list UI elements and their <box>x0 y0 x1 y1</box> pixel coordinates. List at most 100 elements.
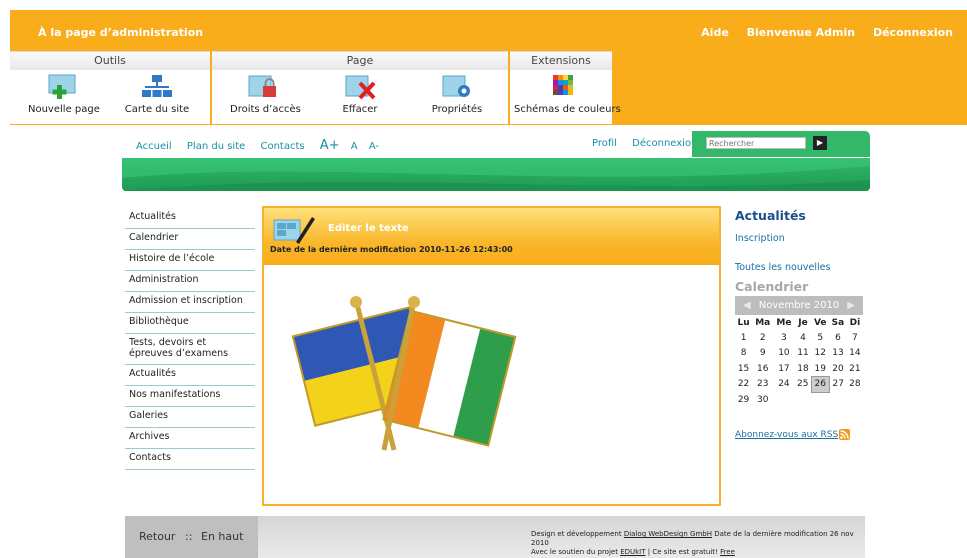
nav-contacts-link[interactable]: Contacts <box>260 141 304 152</box>
sidebar-item-news[interactable]: Actualités <box>125 208 255 229</box>
admin-logout-link[interactable]: Déconnexion <box>873 26 953 39</box>
admin-toolbar: À la page d’administration Aide Bienvenu… <box>10 10 967 125</box>
calendar-day[interactable]: 4 <box>795 330 812 346</box>
calendar-day[interactable]: 15 <box>735 361 752 377</box>
calendar-day[interactable]: 22 <box>735 377 752 393</box>
calendar-day[interactable]: 7 <box>847 330 863 346</box>
calendar-month-label: Novembre 2010 <box>758 300 840 311</box>
sidebar-item-calendar[interactable]: Calendrier <box>125 229 255 250</box>
right-column: Actualités Inscription Toutes les nouvel… <box>735 208 865 440</box>
sidebar-item-administration[interactable]: Administration <box>125 271 255 292</box>
back-to-top-link[interactable]: En haut <box>201 530 243 543</box>
new-page-icon <box>48 74 76 99</box>
sidebar-item-archives[interactable]: Archives <box>125 428 255 449</box>
calendar-day[interactable]: 13 <box>829 346 847 362</box>
edit-text-icon[interactable] <box>272 214 316 244</box>
sidebar-item-tests[interactable]: Tests, devoirs et épreuves d’examens <box>125 334 255 365</box>
back-link[interactable]: Retour <box>139 530 175 543</box>
page-group: Page Droits d’accès Effacer Propriétés <box>212 51 508 124</box>
site-header: Accueil Plan du site Contacts A+ A A- Pr… <box>122 131 870 191</box>
page-group-title: Page <box>212 52 508 70</box>
calendar-day[interactable]: 30 <box>752 392 773 408</box>
calendar-next-button[interactable]: ▶ <box>847 296 855 315</box>
calendar-week-row: 1234567 <box>735 330 863 346</box>
calendar-day[interactable]: 5 <box>811 330 829 346</box>
calendar-day[interactable]: 26 <box>810 376 830 393</box>
calendar-day[interactable]: 9 <box>752 346 773 362</box>
access-rights-label: Droits d’accès <box>230 104 301 115</box>
sidebar-item-admission[interactable]: Admission et inscription <box>125 292 255 313</box>
calendar-prev-button[interactable]: ◀ <box>743 296 751 315</box>
calendar-day[interactable]: 16 <box>752 361 773 377</box>
calendar-day[interactable]: 19 <box>811 361 829 377</box>
color-scheme-icon <box>553 75 573 95</box>
search-button[interactable]: ▶ <box>813 136 827 150</box>
admin-home-link[interactable]: À la page d’administration <box>38 26 203 39</box>
calendar-day[interactable]: 29 <box>735 392 752 408</box>
calendar-day[interactable]: 12 <box>811 346 829 362</box>
calendar-weekday-row: Lu Ma Me Je Ve Sa Di <box>735 315 863 330</box>
profile-link[interactable]: Profil <box>592 138 617 149</box>
welcome-label[interactable]: Bienvenue Admin <box>747 26 855 39</box>
calendar-day[interactable]: 2 <box>752 330 773 346</box>
header-banner <box>122 158 870 191</box>
sidebar-item-news-2[interactable]: Actualités <box>125 365 255 386</box>
new-page-label: Nouvelle page <box>28 104 100 115</box>
help-link[interactable]: Aide <box>701 26 729 39</box>
font-larger-button[interactable]: A+ <box>320 138 340 153</box>
project-link[interactable]: EDUkIT <box>620 548 645 556</box>
delete-button[interactable]: Effacer <box>330 74 390 115</box>
sidebar-item-galleries[interactable]: Galeries <box>125 407 255 428</box>
calendar-day[interactable]: 20 <box>829 361 847 377</box>
sidebar-item-events[interactable]: Nos manifestations <box>125 386 255 407</box>
color-scheme-label: Schémas de couleurs <box>514 104 621 115</box>
inscription-link[interactable]: Inscription <box>735 233 865 244</box>
calendar-day[interactable]: 23 <box>752 377 773 393</box>
font-normal-button[interactable]: A <box>351 141 358 152</box>
properties-icon <box>442 75 470 97</box>
calendar-day[interactable]: 25 <box>795 377 812 393</box>
calendar-day[interactable]: 3 <box>773 330 794 346</box>
access-rights-icon <box>248 75 276 97</box>
rss-label: Abonnez-vous aux RSS <box>735 429 839 440</box>
sidebar-item-contacts[interactable]: Contacts <box>125 449 255 470</box>
design-company-link[interactable]: Dialog WebDesign GmbH <box>624 530 712 538</box>
calendar-day[interactable]: 18 <box>795 361 812 377</box>
calendar-day[interactable]: 8 <box>735 346 752 362</box>
weekday-label: Ve <box>813 317 827 328</box>
nav-sitemap-link[interactable]: Plan du site <box>187 141 245 152</box>
calendar-day[interactable]: 6 <box>829 330 847 346</box>
properties-button[interactable]: Propriétés <box>424 74 490 115</box>
edit-text-link[interactable]: Editer le texte <box>328 223 409 234</box>
search-input[interactable] <box>706 137 806 149</box>
sidebar-item-library[interactable]: Bibliothèque <box>125 313 255 334</box>
access-rights-button[interactable]: Droits d’accès <box>230 74 301 115</box>
search-area: ▶ <box>692 131 870 157</box>
rss-subscribe-link[interactable]: Abonnez-vous aux RSS <box>735 428 865 440</box>
free-link[interactable]: Free <box>720 548 735 556</box>
calendar-day[interactable]: 21 <box>847 361 863 377</box>
calendar-day[interactable]: 14 <box>847 346 863 362</box>
color-scheme-button[interactable]: Schémas de couleurs <box>514 74 621 115</box>
extensions-group: Extensions Schémas de couleurs <box>510 51 621 124</box>
calendar-day[interactable]: 27 <box>829 377 847 393</box>
calendar-day[interactable]: 11 <box>795 346 812 362</box>
calendar-day[interactable]: 24 <box>773 377 794 393</box>
calendar-empty-cell <box>811 392 829 408</box>
extensions-group-title: Extensions <box>510 52 612 70</box>
sitemap-button[interactable]: Carte du site <box>122 74 192 115</box>
crossed-flags-image <box>291 296 517 451</box>
nav-home-link[interactable]: Accueil <box>136 141 172 152</box>
font-smaller-button[interactable]: A- <box>369 141 379 152</box>
all-news-link[interactable]: Toutes les nouvelles <box>735 262 865 273</box>
site-logout-link[interactable]: Déconnexion <box>632 138 697 149</box>
calendar-day[interactable]: 17 <box>773 361 794 377</box>
calendar-day[interactable]: 1 <box>735 330 752 346</box>
banner-wave-decoration <box>122 158 870 191</box>
calendar-day[interactable]: 10 <box>773 346 794 362</box>
calendar-heading: Calendrier <box>735 279 809 294</box>
sidebar-item-school-history[interactable]: Histoire de l’école <box>125 250 255 271</box>
sitemap-icon <box>142 75 172 97</box>
calendar-day[interactable]: 28 <box>847 377 863 393</box>
new-page-button[interactable]: Nouvelle page <box>28 74 100 115</box>
